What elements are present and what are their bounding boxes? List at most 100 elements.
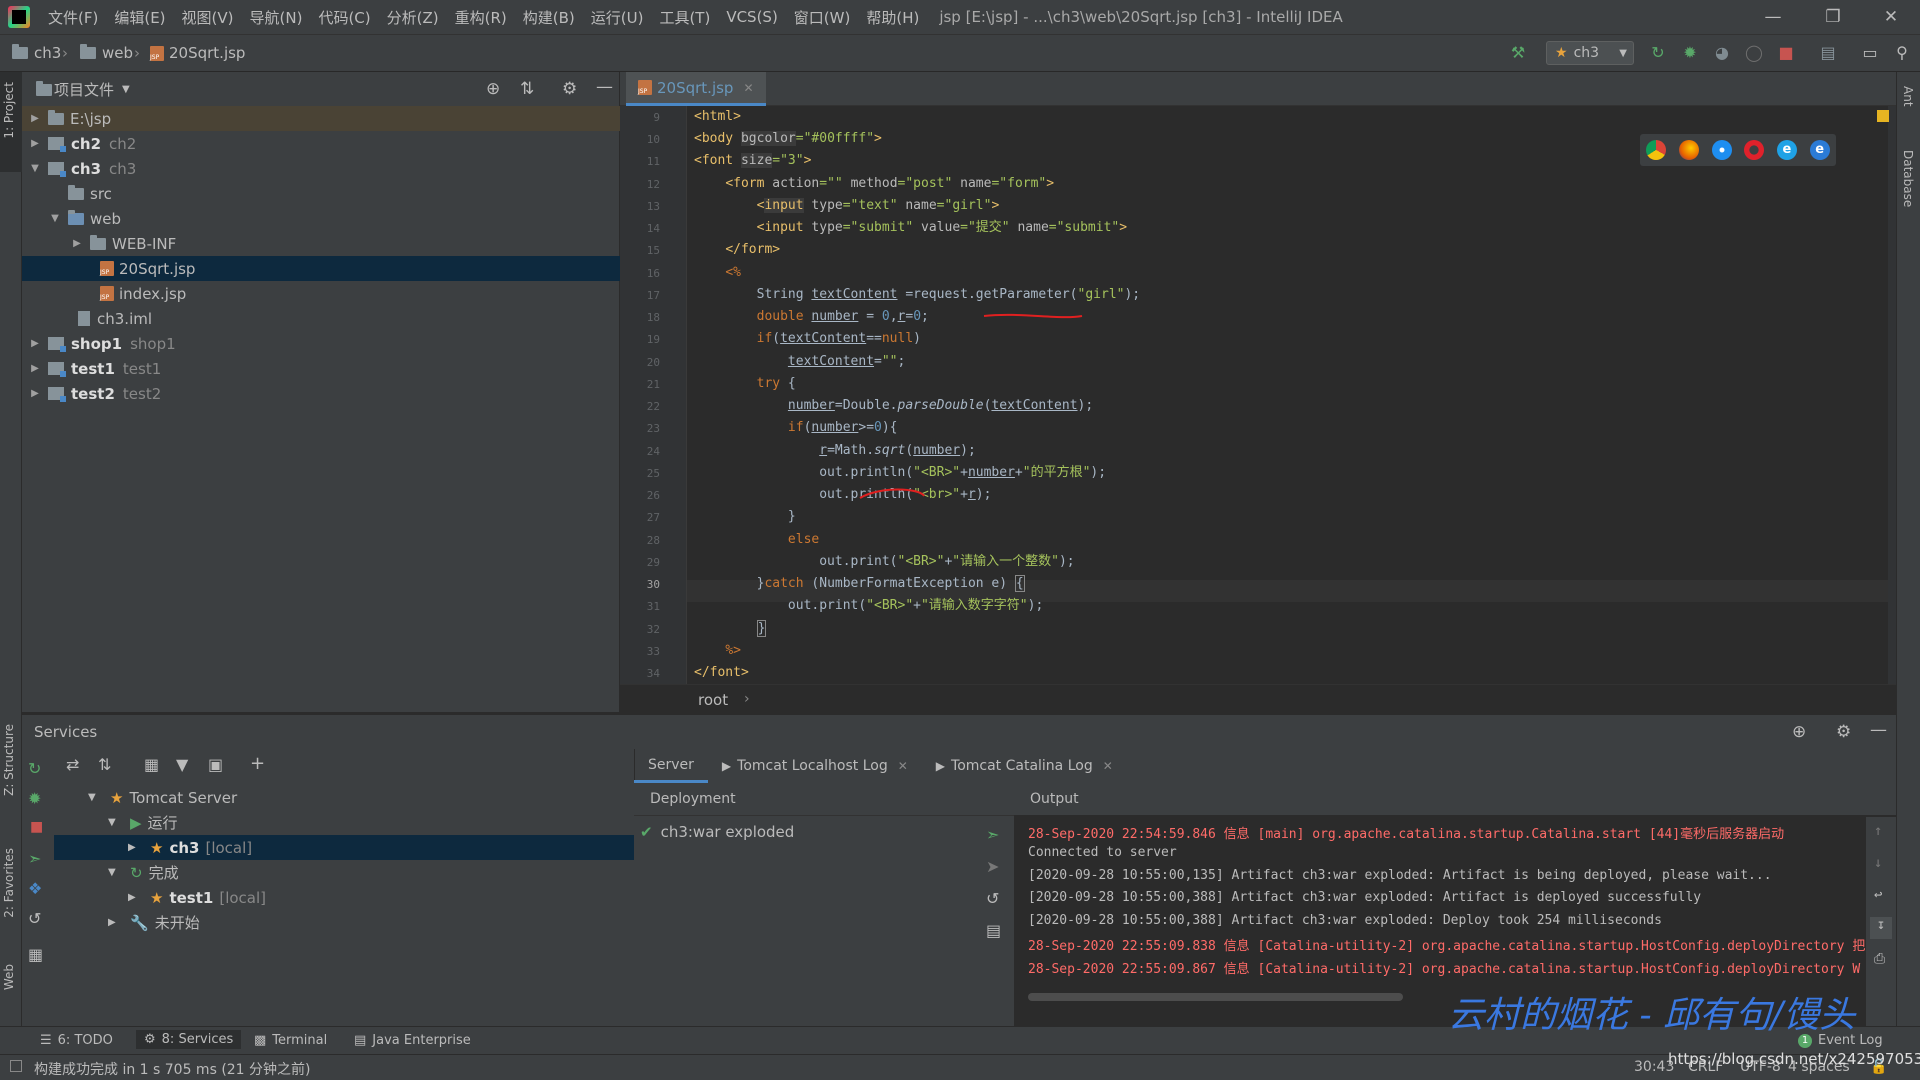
database-tool-tab[interactable]: Database <box>1901 150 1915 207</box>
chevron-right-icon[interactable]: ▶ <box>128 842 142 853</box>
refresh-icon[interactable]: ↺ <box>986 889 999 908</box>
hide-panel-icon[interactable]: — <box>596 77 613 97</box>
print-icon[interactable]: ⎙ <box>1874 951 1885 967</box>
chevron-right-icon[interactable]: ▶ <box>28 338 42 349</box>
tree-item-ch3-local[interactable]: ▶ ★ ch3 [local] <box>54 835 708 860</box>
tree-item-index-jsp[interactable]: index.jsp <box>22 281 698 306</box>
chrome-icon[interactable] <box>1646 140 1667 160</box>
tree-item-test1[interactable]: ▶ test1 test1 <box>22 356 626 381</box>
layout-icon[interactable]: ▦ <box>28 945 43 964</box>
menu-vcs[interactable]: VCS(S) <box>718 8 785 26</box>
chevron-right-icon[interactable]: ▶ <box>28 138 42 149</box>
chevron-right-icon[interactable]: ▶ <box>28 388 42 399</box>
project-structure-icon[interactable]: ▤ <box>1818 43 1838 63</box>
tree-item-not-started[interactable]: ▶ 🔧 未开始 <box>54 910 688 935</box>
menu-window[interactable]: 窗口(W) <box>786 7 859 28</box>
editor-scrollbar[interactable] <box>1888 106 1896 684</box>
refresh-icon[interactable]: ↺ <box>28 909 41 928</box>
minimize-icon[interactable]: — <box>1750 0 1796 34</box>
firefox-icon[interactable] <box>1678 140 1699 160</box>
toggle-tool-windows-icon[interactable] <box>10 1060 22 1072</box>
services-tool-button[interactable]: ⚙ 8: Services <box>136 1030 242 1049</box>
internet-explorer-icon[interactable]: e <box>1776 140 1797 160</box>
run-configuration-select[interactable]: ★ ch3 ▼ <box>1546 41 1634 65</box>
debug-bug-icon[interactable]: ✹ <box>1680 43 1700 63</box>
tree-item-test1-local[interactable]: ▶ ★ test1 [local] <box>54 885 708 910</box>
output-horizontal-scrollbar[interactable] <box>1028 993 1403 1001</box>
todo-tool-button[interactable]: ☰ 6: TODO <box>40 1033 113 1048</box>
breadcrumb-ch3[interactable]: ch3 <box>12 44 61 62</box>
chevron-right-icon[interactable]: ▶ <box>28 113 42 124</box>
tree-item-ch3-iml[interactable]: ch3.iml <box>22 306 676 331</box>
menu-edit[interactable]: 编辑(E) <box>106 7 173 28</box>
favorites-tool-tab[interactable]: 2: Favorites <box>2 848 16 918</box>
presentation-icon[interactable]: ▭ <box>1860 43 1880 63</box>
tree-item-src[interactable]: src <box>22 181 666 206</box>
chevron-down-icon[interactable]: ▼ <box>28 163 42 174</box>
close-tab-icon[interactable]: ✕ <box>1103 759 1113 773</box>
tree-item-running[interactable]: ▼ ▶ 运行 <box>54 810 688 835</box>
tree-item-finished[interactable]: ▼ ↻ 完成 <box>54 860 688 885</box>
editor-breadcrumb-root[interactable]: root <box>698 691 728 709</box>
menu-navigate[interactable]: 导航(N) <box>242 7 311 28</box>
arrow-up-icon[interactable]: ↑ <box>1874 823 1882 839</box>
close-tab-icon[interactable]: ✕ <box>898 759 908 773</box>
java-enterprise-tool-button[interactable]: ▤ Java Enterprise <box>354 1033 471 1048</box>
hide-panel-icon[interactable]: — <box>1870 720 1887 740</box>
tree-item-ch2[interactable]: ▶ ch2 ch2 <box>22 131 626 156</box>
deployment-item[interactable]: ✔ ch3:war exploded <box>640 823 794 841</box>
menu-analyze[interactable]: 分析(Z) <box>379 7 447 28</box>
tree-item-shop1[interactable]: ▶ shop1 shop1 <box>22 331 626 356</box>
chevron-right-icon[interactable]: ▶ <box>70 238 84 249</box>
terminal-tool-button[interactable]: ▩ Terminal <box>254 1033 327 1048</box>
stop-icon[interactable]: ■ <box>1776 43 1796 63</box>
menu-tools[interactable]: 工具(T) <box>651 7 718 28</box>
locate-crosshair-icon[interactable]: ⊕ <box>486 79 500 99</box>
menu-file[interactable]: 文件(F) <box>40 7 106 28</box>
tree-item-ch3[interactable]: ▼ ch3 ch3 <box>22 156 626 181</box>
project-view-selector[interactable]: 项目文件 <box>54 79 114 100</box>
soft-wrap-icon[interactable]: ↩ <box>1874 887 1882 903</box>
tab-tomcat-catalina-log[interactable]: ▶ Tomcat Catalina Log ✕ <box>922 749 1127 783</box>
chevron-right-icon[interactable]: ▶ <box>28 363 42 374</box>
code-editor[interactable]: 9 10 11 12 13 14 15 16 17 18 19 20 21 22… <box>620 106 1896 684</box>
artifact-icon[interactable]: ❖ <box>28 879 42 898</box>
inspection-warning-icon[interactable] <box>1877 110 1889 122</box>
debug-bug-icon[interactable]: ✹ <box>28 789 41 808</box>
menu-help[interactable]: 帮助(H) <box>858 7 927 28</box>
ant-tool-tab[interactable]: Ant <box>1901 86 1915 107</box>
chevron-right-icon[interactable]: ▶ <box>108 917 122 928</box>
layout-icon[interactable]: ▤ <box>986 921 1001 940</box>
search-icon[interactable]: ⚲ <box>1892 43 1912 63</box>
tree-item-web[interactable]: ▼ web <box>22 206 646 231</box>
project-tool-tab[interactable]: 1: Project <box>2 82 16 139</box>
undeploy-icon[interactable]: ➤ <box>986 857 999 876</box>
menu-build[interactable]: 构建(B) <box>515 7 583 28</box>
menu-view[interactable]: 视图(V) <box>174 7 242 28</box>
chevron-down-icon[interactable]: ▼ <box>122 84 130 95</box>
tree-item-tomcat-server[interactable]: ▼ ★ Tomcat Server <box>54 785 668 810</box>
chevron-right-icon[interactable]: ▶ <box>128 892 142 903</box>
coverage-icon[interactable]: ◕ <box>1712 43 1732 63</box>
tab-server[interactable]: Server <box>634 749 708 783</box>
rerun-icon[interactable]: ↻ <box>28 759 41 778</box>
chevron-down-icon[interactable]: ▼ <box>48 213 62 224</box>
menu-code[interactable]: 代码(C) <box>310 7 378 28</box>
locate-crosshair-icon[interactable]: ⊕ <box>1792 722 1806 742</box>
profile-icon[interactable]: ◯ <box>1744 43 1764 63</box>
edge-icon[interactable]: e <box>1809 140 1830 160</box>
arrow-down-icon[interactable]: ↓ <box>1874 855 1882 871</box>
breadcrumb-web[interactable]: web <box>80 44 133 62</box>
gear-icon[interactable]: ⚙ <box>562 79 577 99</box>
breadcrumb-file[interactable]: 20Sqrt.jsp <box>150 44 245 62</box>
stop-icon[interactable]: ■ <box>30 819 43 835</box>
chevron-down-icon[interactable]: ▼ <box>108 817 122 828</box>
deploy-icon[interactable]: ➣ <box>28 849 41 868</box>
tree-item-root[interactable]: ▶ E:\jsp <box>22 106 626 131</box>
web-tool-tab[interactable]: Web <box>2 964 16 990</box>
tab-tomcat-localhost-log[interactable]: ▶ Tomcat Localhost Log ✕ <box>708 749 922 783</box>
tree-item-test2[interactable]: ▶ test2 test2 <box>22 381 626 406</box>
chevron-down-icon[interactable]: ▼ <box>108 867 122 878</box>
deploy-icon[interactable]: ➣ <box>986 825 999 844</box>
build-hammer-icon[interactable]: ⚒ <box>1508 43 1528 63</box>
